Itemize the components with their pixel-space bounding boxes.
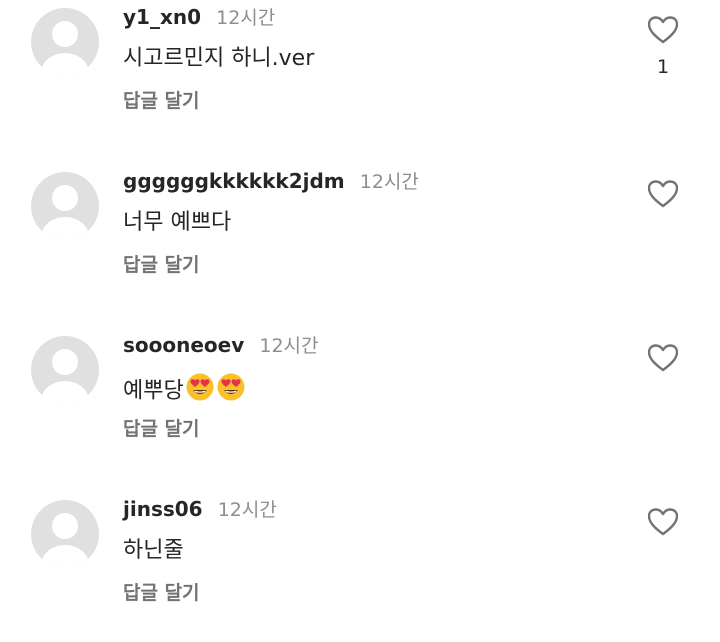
heart-outline-icon[interactable]	[648, 344, 678, 372]
heart-eyes-emoji	[216, 372, 246, 411]
avatar[interactable]	[31, 500, 99, 568]
comment-meta: jinss06 12시간	[123, 496, 277, 524]
reply-button[interactable]: 답글 달기	[123, 252, 200, 278]
comment-meta: y1_xn0 12시간	[123, 4, 275, 32]
avatar[interactable]	[31, 336, 99, 404]
like-count: 1	[656, 56, 670, 78]
avatar-body-shape	[41, 381, 89, 404]
heart-outline-icon[interactable]	[648, 16, 678, 44]
username-link[interactable]: y1_xn0	[123, 5, 201, 29]
comment-item: soooneoev 12시간 예뿌당 답글 달기	[0, 328, 720, 478]
username-link[interactable]: ggggggkkkkkk2jdm	[123, 169, 345, 193]
heart-outline-icon[interactable]	[648, 508, 678, 536]
comment-meta: soooneoev 12시간	[123, 332, 319, 360]
comment-meta: ggggggkkkkkk2jdm 12시간	[123, 168, 419, 196]
avatar-body-shape	[41, 545, 89, 568]
heart-outline-icon[interactable]	[648, 180, 678, 208]
timestamp: 12시간	[359, 171, 419, 193]
comment-text: 예뿌당	[123, 378, 184, 404]
comment-text: 하닌줄	[123, 538, 184, 563]
avatar[interactable]	[31, 172, 99, 240]
reply-button[interactable]: 답글 달기	[123, 580, 200, 606]
reply-button[interactable]: 답글 달기	[123, 88, 200, 114]
comment-text: 너무 예쁘다	[123, 210, 232, 235]
heart-eyes-emoji	[185, 372, 215, 411]
username-link[interactable]: soooneoev	[123, 333, 244, 357]
avatar[interactable]	[31, 8, 99, 76]
avatar-head-shape	[52, 185, 78, 211]
timestamp: 12시간	[217, 499, 277, 521]
avatar-head-shape	[52, 513, 78, 539]
comment-item: y1_xn0 12시간 시고르민지 하니.ver 답글 달기 1	[0, 0, 720, 150]
comment-item: ggggggkkkkkk2jdm 12시간 너무 예쁘다 답글 달기	[0, 164, 720, 314]
comment-item: jinss06 12시간 하닌줄 답글 달기	[0, 492, 720, 642]
avatar-head-shape	[52, 349, 78, 375]
timestamp: 12시간	[216, 7, 276, 29]
timestamp: 12시간	[259, 335, 319, 357]
avatar-head-shape	[52, 21, 78, 47]
avatar-body-shape	[41, 217, 89, 240]
comment-text-row: 예뿌당	[123, 372, 246, 411]
comment-text: 시고르민지 하니.ver	[123, 46, 315, 71]
reply-button[interactable]: 답글 달기	[123, 416, 200, 442]
avatar-body-shape	[41, 53, 89, 76]
username-link[interactable]: jinss06	[123, 497, 203, 521]
